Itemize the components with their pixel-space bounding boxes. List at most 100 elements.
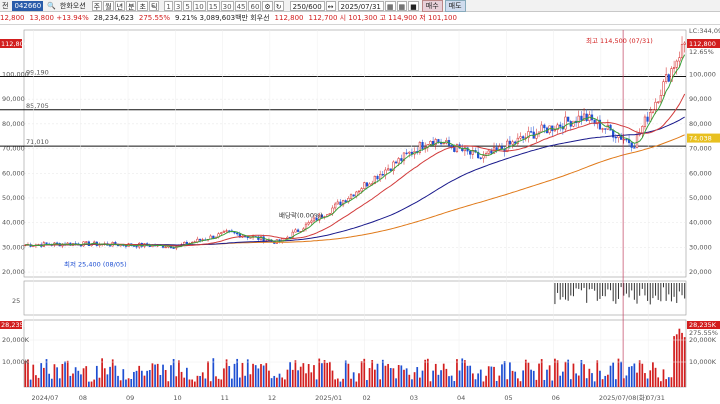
candle-body (522, 136, 525, 139)
period-minute-button[interactable]: 분 (126, 0, 137, 11)
volume-bar (625, 375, 628, 387)
volume-bar (32, 364, 35, 387)
interval-60-button[interactable]: 60 (248, 0, 262, 11)
search-icon[interactable]: 🔍 (45, 1, 58, 11)
candle-body (659, 95, 662, 103)
grid-icon[interactable]: ▦ (396, 0, 408, 11)
lock-icon[interactable]: ■ (408, 0, 419, 11)
volume-bar (532, 370, 535, 387)
candle-body (683, 42, 686, 45)
volume-bar (117, 375, 119, 387)
date-field[interactable]: 2025/07/31 (337, 0, 384, 11)
volume-bar (313, 365, 315, 387)
volume-bar (413, 372, 416, 387)
volume-bar (154, 364, 156, 387)
volume-tick-label-left: 20,000K (2, 336, 30, 344)
volume-bar (77, 370, 80, 387)
candle-body (482, 155, 485, 159)
buy-button[interactable]: 매수 (421, 0, 443, 12)
candle-body (108, 245, 112, 247)
volume-ratio-label: 275.55% (689, 329, 718, 337)
volume-bar (458, 370, 461, 387)
volume-bar (572, 363, 575, 387)
settings-icon[interactable]: ⚙ (262, 0, 273, 11)
volume-bar (318, 358, 321, 387)
stock-code-field[interactable]: 042660 (12, 0, 44, 11)
period-weekly-button[interactable]: 주 (91, 0, 103, 11)
arrow-icon[interactable]: ↔ (325, 0, 336, 11)
candle-body (453, 147, 456, 152)
volume-bar (593, 381, 596, 387)
volume-bar (644, 373, 646, 387)
volume-bar (667, 377, 670, 387)
volume-bar (352, 372, 355, 387)
volume-bar (241, 362, 244, 387)
high-low-info: 112,700 시 101,300 고 114,900 저 101,100 (308, 14, 457, 22)
candle-body (183, 241, 186, 245)
support-line-label: 71,010 (26, 138, 49, 146)
indicator-bar (604, 283, 606, 297)
interval-45-button[interactable]: 45 (234, 0, 248, 11)
volume-bar (564, 361, 567, 387)
volume-bar (554, 358, 556, 387)
volume-bar (286, 369, 289, 387)
refresh-icon[interactable]: ↻ (273, 0, 284, 11)
interval-5-button[interactable]: 5 (183, 0, 192, 11)
volume-bar (321, 363, 323, 387)
volume-bar (98, 377, 101, 387)
period-prefix[interactable]: 전 (0, 1, 10, 11)
secondary-price-tag-text: 74,038 (689, 135, 712, 143)
interval-10-button[interactable]: 10 (192, 0, 206, 11)
sell-button[interactable]: 매도 (444, 0, 466, 12)
candle-body (469, 150, 472, 155)
volume-bar (125, 379, 127, 387)
volume-bar (429, 381, 432, 387)
candle-body (665, 74, 668, 82)
volume-bar (188, 379, 191, 387)
candle-body (559, 124, 562, 127)
indicator-bar (591, 283, 593, 289)
volume-bar (146, 370, 148, 387)
volume-bar (373, 369, 376, 387)
volume-bar (548, 365, 551, 387)
volume-bar (384, 365, 387, 387)
calendar-icon[interactable]: ▦ (384, 0, 396, 11)
period-second-button[interactable]: 초 (137, 0, 148, 11)
volume-bar (636, 372, 638, 387)
candle-body (310, 220, 313, 223)
interval-1-button[interactable]: 1 (164, 0, 173, 11)
interval-15-button[interactable]: 15 (206, 0, 220, 11)
interval-3-button[interactable]: 3 (173, 0, 183, 11)
candle-body (304, 223, 308, 230)
period-yearly-button[interactable]: 년 (114, 0, 126, 11)
volume-bar (276, 377, 278, 387)
volume-bar (360, 361, 363, 387)
volume-bar (111, 359, 114, 387)
left-price-tag-text: 112,800 (1, 40, 28, 48)
volume-bar (233, 363, 236, 387)
volume-bar (569, 379, 572, 387)
indicator-bar (641, 283, 643, 289)
candle-body (432, 140, 435, 145)
time-tick-label: 06 (552, 394, 560, 402)
candle-body (172, 247, 175, 249)
indicator-bar (565, 283, 567, 300)
volume-bar (95, 365, 98, 387)
candle-body (519, 136, 522, 139)
volume-bar (114, 365, 117, 387)
interval-30-button[interactable]: 30 (220, 0, 234, 11)
period-tick-button[interactable]: 틱 (148, 0, 160, 11)
candle-body (604, 128, 607, 130)
indicator-bar (631, 283, 633, 291)
count-field[interactable]: 250/600 (289, 0, 325, 11)
time-tick-label: 2025/07/08(화) (599, 394, 648, 402)
volume-bar (503, 361, 506, 387)
candle-body (630, 142, 633, 148)
candle-body (651, 109, 655, 113)
volume-bar (363, 358, 366, 387)
volume-bar (167, 381, 170, 387)
period-monthly-button[interactable]: 월 (103, 0, 114, 11)
candle-body (339, 201, 342, 206)
stock-chart[interactable]: 100,000 100,000 90,000 90,000 80,000 80,000 70… (0, 25, 720, 404)
volume-bar (583, 364, 585, 387)
